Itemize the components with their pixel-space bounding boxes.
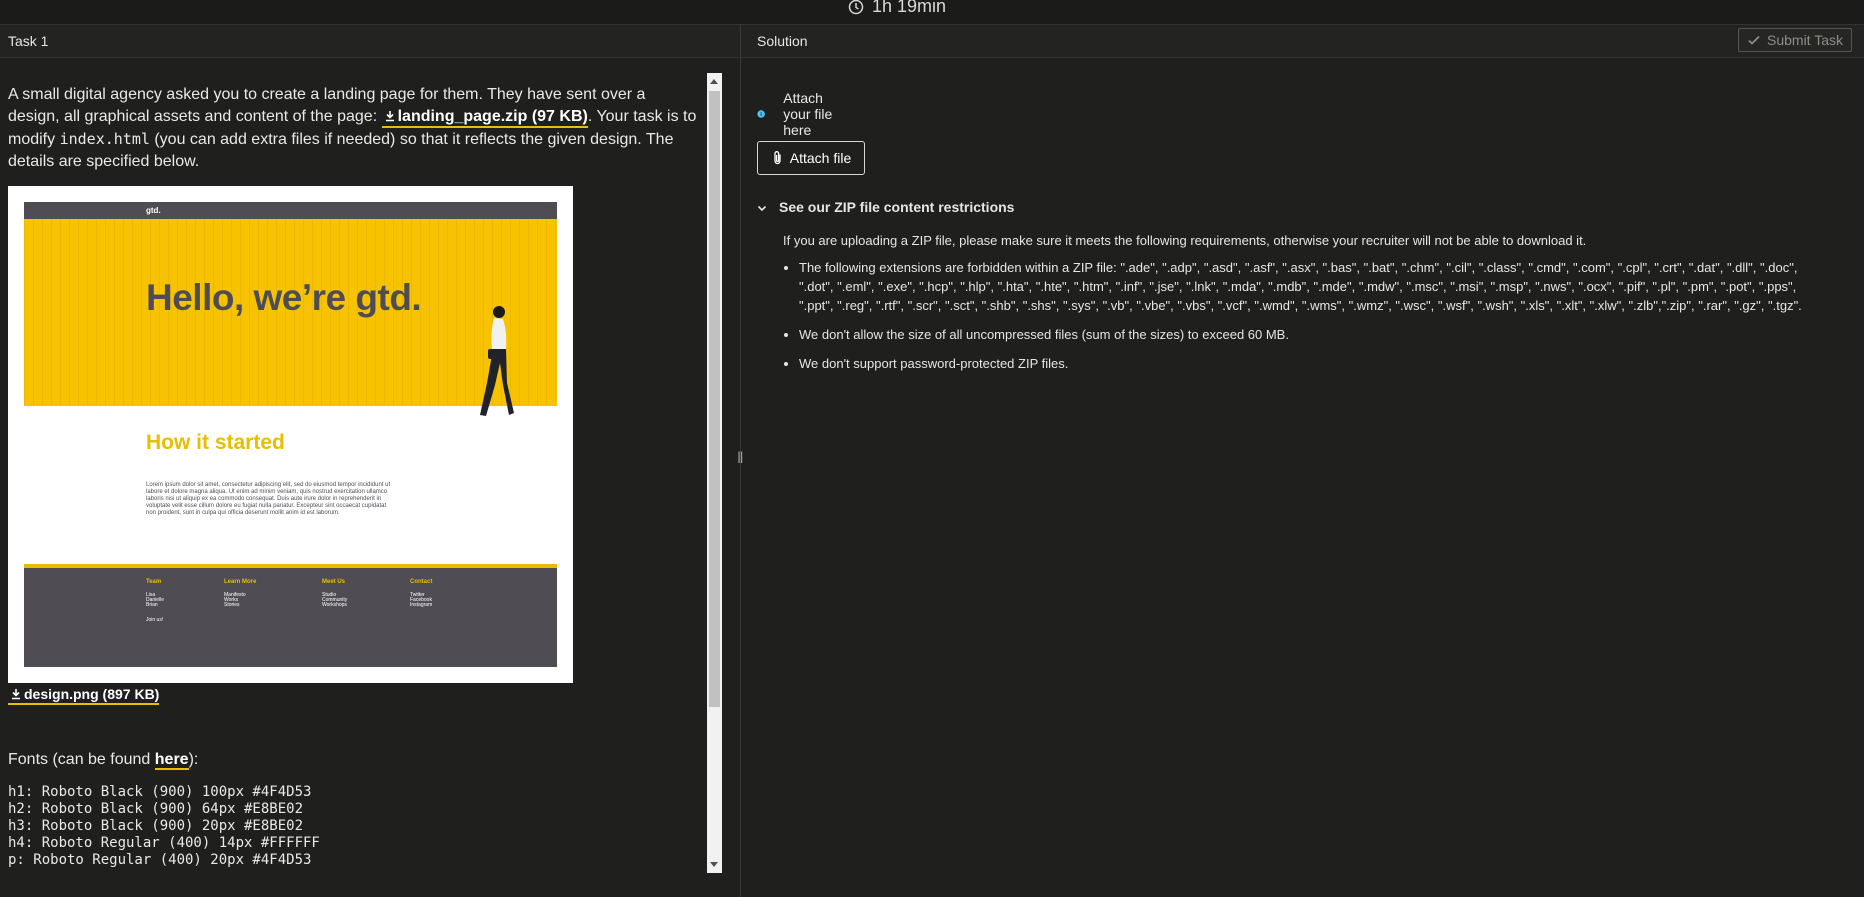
design-preview-image[interactable]: gtd. Hello, we’re gtd. How it started Lo… xyxy=(8,186,573,683)
mock-footer-item: Join us! xyxy=(146,617,164,623)
mock-hero: Hello, we’re gtd. xyxy=(24,219,557,416)
mock-footer-heading: Learn More xyxy=(224,579,257,585)
task-scrollbar[interactable] xyxy=(707,73,722,873)
timer-text: 1h 19min xyxy=(872,0,947,16)
mock-footer-item: Workshops xyxy=(322,602,347,608)
restriction-item: We don't allow the size of all uncompres… xyxy=(799,325,1827,344)
mock-footer-heading: Team xyxy=(146,579,162,585)
mock-footer: Team Lisa Danielle Brian Join us! Learn … xyxy=(24,564,557,667)
mock-footer-item: Instagram xyxy=(410,602,433,608)
mock-footer-item: Brian xyxy=(146,602,158,608)
task-title: Task 1 xyxy=(8,33,49,49)
restriction-item: We don't support password-protected ZIP … xyxy=(799,354,1827,373)
resize-handle[interactable]: ‖ xyxy=(737,450,744,468)
top-bar: 1h 19min xyxy=(0,0,1864,25)
attach-hint: Attach your file here xyxy=(757,90,835,138)
mock-footer-contact: Contact Twitter Facebook Instagram xyxy=(410,579,433,608)
fonts-line: Fonts (can be found here): xyxy=(8,751,199,770)
submit-task-label: Submit Task xyxy=(1767,32,1843,48)
walking-person-illustration xyxy=(480,306,514,416)
mock-section-title: How it started xyxy=(146,431,285,454)
mock-footer-heading: Contact xyxy=(410,579,433,585)
check-icon xyxy=(1748,35,1760,45)
submit-task-button[interactable]: Submit Task xyxy=(1738,28,1852,52)
mock-paragraph: Lorem ipsum dolor sit amet, consectetur … xyxy=(146,482,391,516)
task-intro: A small digital agency asked you to crea… xyxy=(8,84,698,173)
zip-download-link[interactable]: landing_page.zip (97 KB) xyxy=(381,108,588,128)
font-spec-line: p: Roboto Regular (400) 20px #4F4D53 xyxy=(8,852,312,868)
code-filename: index.html xyxy=(59,130,150,148)
clock-icon xyxy=(848,0,864,14)
scroll-down-arrow[interactable] xyxy=(710,862,718,867)
timer: 1h 19min xyxy=(848,0,946,17)
mock-nav-logo: gtd. xyxy=(24,202,557,219)
font-spec-line: h4: Roboto Regular (400) 14px #FFFFFF xyxy=(8,835,320,851)
design-mockup: gtd. Hello, we’re gtd. How it started Lo… xyxy=(24,202,557,667)
design-download-link[interactable]: design.png (897 KB) xyxy=(8,686,160,705)
paperclip-icon xyxy=(774,151,781,165)
fonts-suffix: ): xyxy=(188,751,199,768)
zip-restrictions: See our ZIP file content restrictions If… xyxy=(757,198,1827,383)
mock-footer-meet: Meet Us Studio Community Workshops xyxy=(322,579,347,608)
design-download-wrap: design.png (897 KB) xyxy=(8,686,160,705)
chevron-down-icon xyxy=(757,205,767,211)
mock-footer-team: Team Lisa Danielle Brian Join us! xyxy=(146,579,164,623)
fonts-prefix: Fonts (can be found xyxy=(8,751,151,768)
fonts-link[interactable]: here xyxy=(154,751,189,770)
mock-hero-title: Hello, we’re gtd. xyxy=(146,277,422,318)
task-description: A small digital agency asked you to crea… xyxy=(8,84,698,173)
font-spec-line: h1: Roboto Black (900) 100px #4F4D53 xyxy=(8,784,312,800)
font-spec-line: h2: Roboto Black (900) 64px #E8BE02 xyxy=(8,801,304,817)
mock-footer-item: Stories xyxy=(224,602,240,608)
font-spec-list: h1: Roboto Black (900) 100px #4F4D53 h2:… xyxy=(8,784,320,869)
attach-hint-text: Attach your file here xyxy=(783,90,833,138)
attach-file-label: Attach file xyxy=(789,150,852,166)
download-icon xyxy=(12,689,20,700)
solution-title: Solution xyxy=(757,33,808,49)
restrictions-list: The following extensions are forbidden w… xyxy=(783,258,1827,373)
solution-panel-header: Solution Submit Task xyxy=(741,25,1864,58)
attach-file-button[interactable]: Attach file xyxy=(757,141,865,175)
scroll-up-arrow[interactable] xyxy=(710,79,718,84)
design-link-label: design.png (897 KB) xyxy=(24,686,160,702)
restriction-item: The following extensions are forbidden w… xyxy=(799,258,1827,315)
info-icon xyxy=(757,110,765,118)
task-panel-header: Task 1 xyxy=(0,25,740,58)
restrictions-intro: If you are uploading a ZIP file, please … xyxy=(783,233,1587,248)
mock-footer-heading: Meet Us xyxy=(322,579,346,585)
scroll-thumb[interactable] xyxy=(709,91,720,707)
restrictions-toggle[interactable]: See our ZIP file content restrictions xyxy=(757,198,1827,217)
restrictions-title: See our ZIP file content restrictions xyxy=(779,199,1015,215)
download-icon xyxy=(385,111,394,122)
zip-link-label: landing_page.zip (97 KB) xyxy=(397,108,588,125)
mock-footer-learn: Learn More Manifesto Works Stories xyxy=(224,579,257,608)
font-spec-line: h3: Roboto Black (900) 20px #E8BE02 xyxy=(8,818,304,834)
